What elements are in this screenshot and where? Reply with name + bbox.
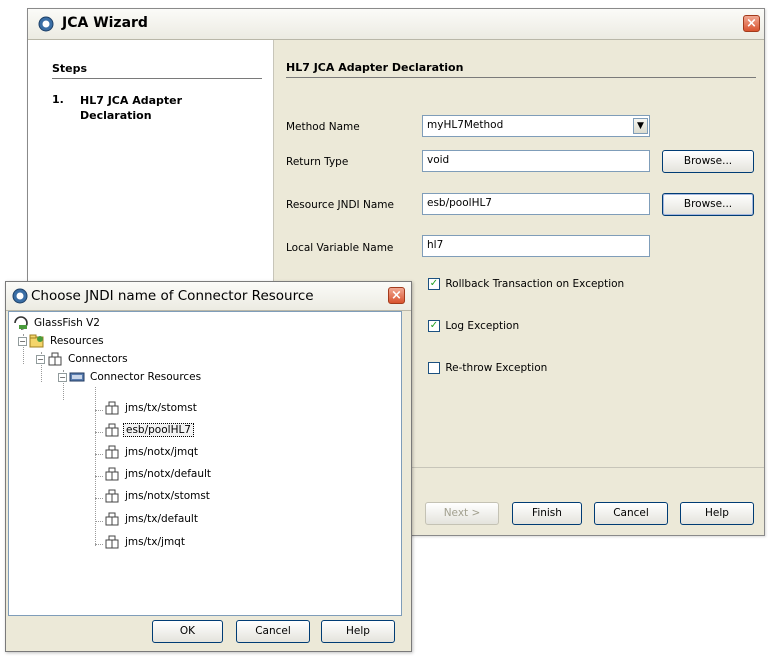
rethrow-checkbox[interactable] (428, 362, 440, 374)
tree-item[interactable]: jms/notx/jmqt (104, 445, 200, 463)
tree-item-label: jms/tx/stomst (125, 402, 197, 414)
rollback-checkbox-row[interactable]: ✓ Rollback Transaction on Exception (428, 278, 624, 290)
tree-item[interactable]: jms/tx/stomst (104, 401, 199, 419)
tree-node-connectors[interactable]: − Connectors (36, 352, 130, 370)
tree-item[interactable]: jms/tx/default (104, 512, 200, 530)
tree-item-label: jms/tx/jmqt (125, 536, 185, 548)
tree-label-glassfish: GlassFish V2 (34, 317, 100, 329)
method-name-combo[interactable]: myHL7Method ▼ (422, 115, 650, 137)
finish-button[interactable]: Finish (512, 502, 582, 525)
tree-item-label: jms/notx/default (125, 468, 212, 480)
tree-label-connector-resources: Connector Resources (90, 371, 202, 383)
collapse-icon[interactable]: − (18, 336, 27, 346)
wizard-help-button[interactable]: Help (680, 502, 754, 525)
connector-icon (105, 489, 119, 503)
tree-item[interactable]: jms/notx/stomst (104, 489, 212, 507)
log-exception-checkbox[interactable]: ✓ (428, 320, 440, 332)
connector-icon (105, 512, 119, 526)
step-label: HL7 JCA Adapter Declaration (80, 94, 183, 122)
close-icon: × (746, 16, 757, 31)
resource-jndi-field[interactable]: esb/poolHL7 (422, 193, 650, 215)
coffee-cup-icon (12, 288, 28, 304)
local-variable-value: hl7 (427, 239, 444, 251)
dialog-cancel-button[interactable]: Cancel (236, 620, 310, 643)
local-variable-label: Local Variable Name (286, 242, 394, 254)
resource-jndi-value: esb/poolHL7 (427, 197, 492, 209)
choose-jndi-dialog: Choose JNDI name of Connector Resource ×… (5, 281, 412, 652)
connector-icon (48, 352, 62, 366)
wizard-cancel-button[interactable]: Cancel (594, 502, 668, 525)
steps-heading: Steps (52, 62, 262, 79)
rollback-checkbox-label: Rollback Transaction on Exception (445, 278, 625, 290)
tree-line (95, 432, 103, 433)
connector-icon (105, 445, 119, 459)
collapse-icon[interactable]: − (36, 354, 45, 364)
chevron-down-icon[interactable]: ▼ (633, 118, 648, 134)
wizard-title: JCA Wizard (62, 15, 148, 31)
tree-item-label: esb/poolHL7 (123, 423, 194, 437)
resource-jndi-label: Resource JNDI Name (286, 199, 394, 211)
close-icon: × (391, 288, 402, 303)
wizard-close-button[interactable]: × (743, 15, 760, 32)
tree-item-label: jms/notx/stomst (125, 490, 210, 502)
connector-icon (105, 467, 119, 481)
dialog-close-button[interactable]: × (388, 287, 405, 304)
tree-line (95, 454, 103, 455)
tree-line (95, 544, 103, 545)
method-name-value: myHL7Method (427, 119, 504, 131)
tree-node-resources[interactable]: − Resources (18, 334, 106, 352)
step-number: 1. (52, 93, 64, 106)
rethrow-checkbox-row[interactable]: Re-throw Exception (428, 362, 547, 374)
tree-label-connectors: Connectors (68, 353, 128, 365)
dialog-title: Choose JNDI name of Connector Resource (31, 288, 314, 304)
connector-icon (105, 535, 119, 549)
dialog-help-button[interactable]: Help (321, 620, 395, 643)
return-type-browse-button[interactable]: Browse... (662, 150, 754, 173)
tree-node-glassfish[interactable]: GlassFish V2 (13, 316, 102, 334)
local-variable-field[interactable]: hl7 (422, 235, 650, 257)
coffee-cup-icon (38, 16, 54, 32)
method-name-label: Method Name (286, 121, 360, 133)
tree-item[interactable]: jms/tx/jmqt (104, 535, 187, 553)
return-type-field[interactable]: void (422, 150, 650, 172)
tree-item-selected[interactable]: esb/poolHL7 (104, 423, 194, 441)
log-exception-checkbox-label: Log Exception (445, 320, 520, 332)
tree-line (95, 476, 103, 477)
wizard-titlebar[interactable]: JCA Wizard × (28, 9, 764, 40)
tree-item-label: jms/notx/jmqt (125, 446, 199, 458)
tree-item-label: jms/tx/default (125, 513, 198, 525)
dialog-ok-button[interactable]: OK (152, 620, 223, 643)
resource-jndi-browse-button[interactable]: Browse... (662, 193, 754, 216)
connector-icon (105, 401, 119, 415)
resources-folder-icon (29, 334, 44, 348)
tree-label-resources: Resources (50, 335, 104, 347)
tree-line (95, 521, 103, 522)
connector-icon (105, 423, 119, 437)
collapse-icon[interactable]: − (58, 372, 67, 382)
panel-heading: HL7 JCA Adapter Declaration (286, 61, 756, 78)
rethrow-checkbox-label: Re-throw Exception (445, 362, 548, 374)
return-type-label: Return Type (286, 156, 349, 168)
return-type-value: void (427, 154, 450, 166)
next-button[interactable]: Next > (425, 502, 499, 525)
tree-node-connector-resources[interactable]: − Connector Resources (58, 370, 203, 388)
tree-line (95, 498, 103, 499)
log-exception-checkbox-row[interactable]: ✓ Log Exception (428, 320, 519, 332)
tree-item[interactable]: jms/notx/default (104, 467, 213, 485)
server-icon (14, 316, 28, 330)
rollback-checkbox[interactable]: ✓ (428, 278, 440, 290)
jndi-tree[interactable]: GlassFish V2 − Resources − Connectors − … (8, 311, 402, 616)
dialog-titlebar[interactable]: Choose JNDI name of Connector Resource × (6, 282, 411, 311)
tree-line (95, 410, 103, 411)
connector-resources-icon (69, 372, 85, 382)
